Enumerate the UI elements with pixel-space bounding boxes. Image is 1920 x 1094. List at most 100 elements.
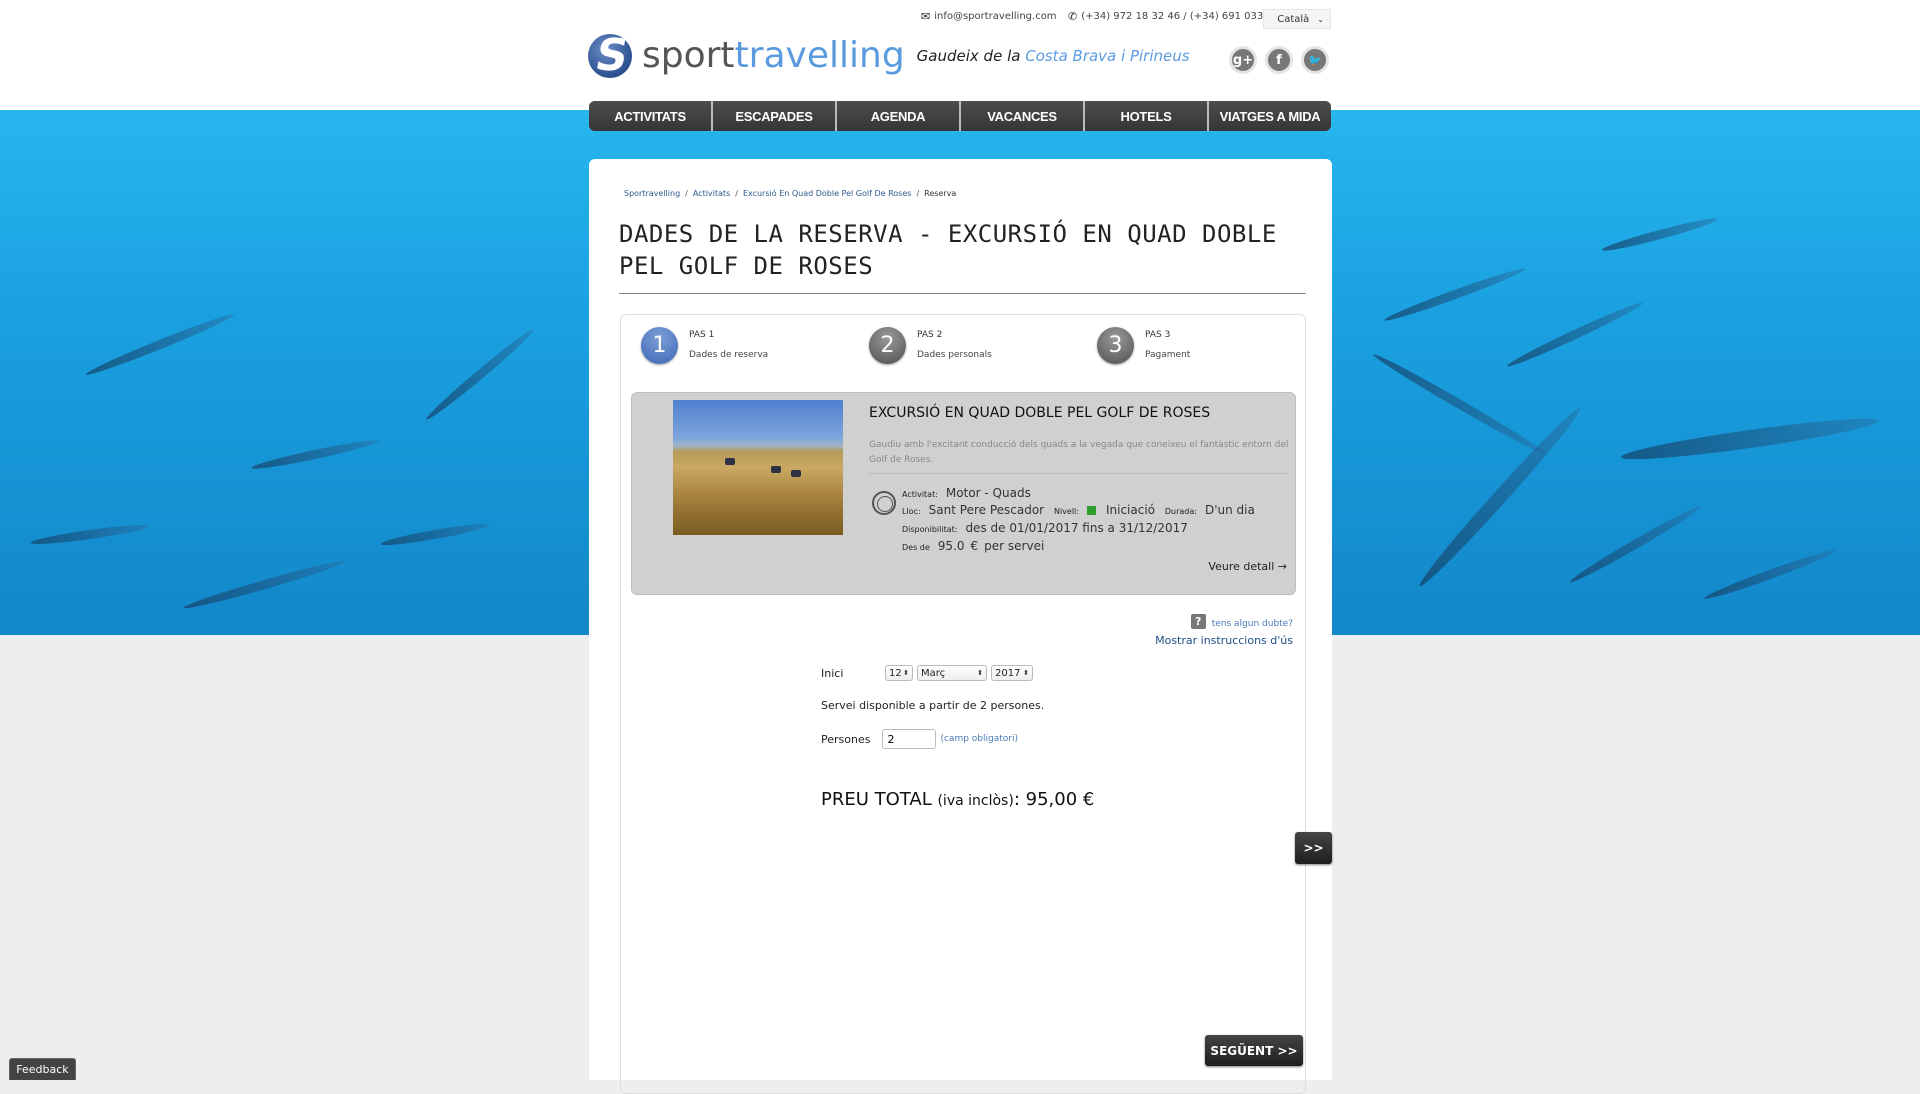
price-unit: per servei <box>984 539 1045 553</box>
meta-label: Durada: <box>1164 507 1197 516</box>
breadcrumb-current: Reserva <box>924 189 957 198</box>
breadcrumb-home[interactable]: Sportravelling <box>624 189 680 198</box>
total-label: PREU TOTAL <box>821 789 932 810</box>
activity-photo[interactable] <box>673 400 843 535</box>
main-nav: ACTIVITATS ESCAPADES AGENDA VACANCES HOT… <box>589 101 1331 131</box>
booking-steps-box: 1 PAS 1 Dades de reserva 2 PAS 2 Dades p… <box>620 314 1306 1094</box>
persons-label: Persones <box>821 732 871 746</box>
persons-row: Persones (camp obligatori) <box>821 729 1018 749</box>
logo-travelling: travelling <box>734 35 905 76</box>
tagline-highlight: Costa Brava i Pirineus <box>1025 47 1190 65</box>
step-number-badge: 3 <box>1097 327 1134 364</box>
day-value: 12 <box>889 667 902 679</box>
email-link[interactable]: info@sportravelling.com <box>934 11 1056 22</box>
nav-item-vacances[interactable]: VACANCES <box>961 101 1085 131</box>
meta-label: Nivell: <box>1053 507 1079 516</box>
level-indicator <box>1086 506 1096 515</box>
content-card: Sportravelling / Activitats / Excursió En Qu… <box>589 159 1332 1094</box>
title-divider <box>619 293 1306 294</box>
contact-email[interactable]: ✉ info@sportravelling.com <box>921 10 1057 23</box>
year-select[interactable]: 2017 ⬍ <box>991 665 1033 681</box>
total-colon: : <box>1013 789 1020 810</box>
meta-label: Lloc: <box>902 507 921 516</box>
next-step-button[interactable]: SEGÜENT >> <box>1205 1035 1303 1066</box>
nav-item-hotels[interactable]: HOTELS <box>1085 101 1209 131</box>
fish-decoration <box>182 556 348 613</box>
fish-decoration <box>1620 411 1880 467</box>
nav-item-escapades[interactable]: ESCAPADES <box>713 101 837 131</box>
contact-phone: ✆ (+34) 972 18 32 46 / (+34) 691 033 778 <box>1068 10 1286 23</box>
nav-item-activitats[interactable]: ACTIVITATS <box>589 101 713 131</box>
fish-decoration <box>29 521 151 548</box>
fish-decoration <box>423 326 537 423</box>
activity-title: EXCURSIÓ EN QUAD DOBLE PEL GOLF DE ROSES <box>869 405 1211 421</box>
start-date-label: Inici <box>821 666 844 680</box>
twitter-icon[interactable]: 🐦 <box>1301 46 1329 74</box>
meta-lloc-nivell-durada: Lloc: Sant Pere Pescador Nivell: Iniciació… <box>902 503 1261 517</box>
fish-decoration <box>1702 546 1838 603</box>
fish-decoration <box>1382 264 1528 325</box>
select-arrows-icon: ⬍ <box>977 669 983 677</box>
persons-input[interactable] <box>882 729 937 749</box>
show-instructions-link[interactable]: Mostrar instruccions d'ús <box>1155 634 1293 647</box>
breadcrumb-separator: / <box>916 189 920 198</box>
activity-summary: EXCURSIÓ EN QUAD DOBLE PEL GOLF DE ROSES… <box>631 392 1296 595</box>
step-label: PAS 2 <box>917 330 943 340</box>
facebook-icon[interactable]: f <box>1265 46 1293 74</box>
fish-decoration <box>380 520 490 549</box>
side-next-button[interactable]: >> <box>1295 832 1332 864</box>
step-label: PAS 1 <box>689 330 715 340</box>
quad-shape <box>771 466 781 473</box>
site-header: ✉ info@sportravelling.com ✆ (+34) 972 18… <box>0 0 1920 110</box>
year-value: 2017 <box>995 667 1021 679</box>
breadcrumb: Sportravelling / Activitats / Excursió En Qu… <box>624 189 956 198</box>
meta-label: Des de <box>902 543 930 552</box>
breadcrumb-separator: / <box>735 189 738 198</box>
total-value: 95,00 € <box>1025 789 1095 810</box>
language-select[interactable]: Català ⌄ <box>1263 9 1331 29</box>
step-number-badge: 1 <box>641 327 678 364</box>
fish-decoration <box>1371 350 1549 459</box>
logo-wordmark: sporttravelling <box>642 38 905 74</box>
meta-value: Iniciació <box>1105 503 1156 517</box>
tagline: Gaudeix de la Costa Brava i Pirineus <box>917 47 1190 65</box>
meta-value: des de 01/01/2017 fins a 31/12/2017 <box>965 521 1188 535</box>
site-logo[interactable]: sporttravelling Gaudeix de la Costa Brav… <box>588 34 1190 78</box>
logo-sport: sport <box>642 35 735 76</box>
meta-price: Des de 95.0 € per servei <box>902 539 1050 553</box>
step-1: 1 PAS 1 Dades de reserva <box>641 327 768 364</box>
phone-text: (+34) 972 18 32 46 / (+34) 691 033 778 <box>1081 11 1286 22</box>
month-select[interactable]: Març ⬍ <box>917 665 987 681</box>
quad-shape <box>791 470 801 477</box>
nav-item-agenda[interactable]: AGENDA <box>837 101 961 131</box>
breadcrumb-separator: / <box>685 189 688 198</box>
chevron-down-icon: ⌄ <box>1317 14 1324 24</box>
view-detail-link[interactable]: Veure detall → <box>1208 560 1287 573</box>
step-3: 3 PAS 3 Pagament <box>1097 327 1190 364</box>
meta-label: Activitat: <box>902 490 938 499</box>
logo-mark-icon <box>588 34 632 78</box>
activity-divider <box>869 473 1287 474</box>
start-date-row: Inici 12 ⬍ Març ⬍ 2017 ⬍ <box>821 665 1037 681</box>
quad-shape <box>725 458 735 465</box>
feedback-button[interactable]: Feedback <box>9 1058 76 1080</box>
step-label: PAS 3 <box>1145 330 1171 340</box>
steering-wheel-icon <box>872 491 896 515</box>
fish-decoration <box>84 310 236 379</box>
envelope-icon: ✉ <box>921 10 931 23</box>
help-icon[interactable]: ? <box>1190 614 1206 629</box>
breadcrumb-activity[interactable]: Excursió En Quad Doble Pel Golf De Roses <box>743 189 912 198</box>
select-arrows-icon: ⬍ <box>903 669 909 677</box>
fish-decoration <box>1505 298 1645 371</box>
total-note: (iva inclòs) <box>937 793 1014 809</box>
breadcrumb-activitats[interactable]: Activitats <box>693 189 730 198</box>
google-plus-icon[interactable]: g+ <box>1229 46 1257 74</box>
step-description: Pagament <box>1145 350 1191 360</box>
phone-icon: ✆ <box>1068 10 1078 23</box>
help-question-link[interactable]: tens algun dubte? <box>1212 619 1293 629</box>
select-arrows-icon: ⬍ <box>1023 669 1029 677</box>
price-value: 95.0 <box>937 539 965 553</box>
nav-item-viatges-a-mida[interactable]: VIATGES A MIDA <box>1209 101 1331 131</box>
day-select[interactable]: 12 ⬍ <box>885 665 913 681</box>
meta-value: Sant Pere Pescador <box>928 503 1045 517</box>
